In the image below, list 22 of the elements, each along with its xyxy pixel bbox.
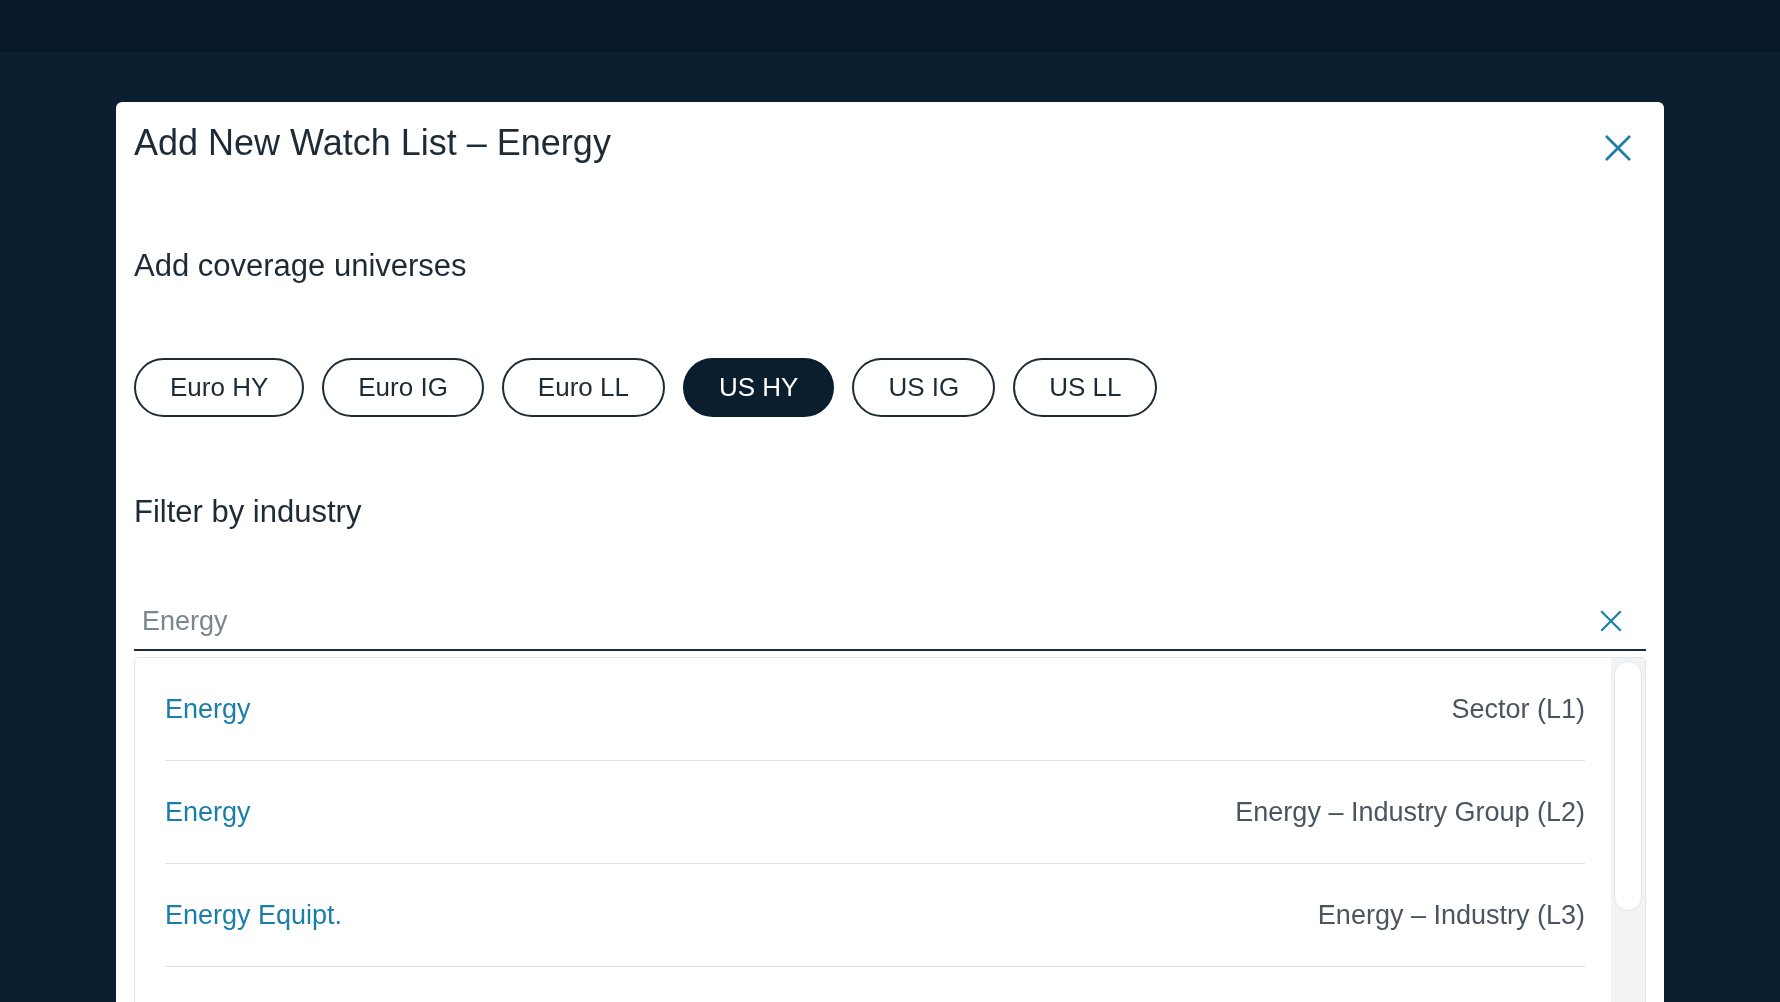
result-name: Energy <box>165 692 251 726</box>
section-heading: Add coverage universes <box>134 247 468 285</box>
result-row[interactable]: Energy Equipt. Energy – Industry (L3) <box>165 864 1585 967</box>
universe-chip[interactable]: Euro IG <box>322 357 484 417</box>
scrollbar-thumb[interactable] <box>1614 661 1642 911</box>
result-level: Sector (L1) <box>1451 692 1585 726</box>
section-heading: Filter by industry <box>134 492 363 531</box>
result-row[interactable]: Energy Energy – Industry Group (L2) <box>165 761 1585 864</box>
result-level: Energy – Industry Group (L2) <box>1235 795 1585 829</box>
clear-icon[interactable] <box>1598 608 1624 634</box>
universe-chip[interactable]: US HY <box>682 357 835 417</box>
result-row[interactable]: Energy Sector (L1) <box>165 658 1585 761</box>
result-name: Energy Equipt. <box>165 898 343 932</box>
dialog-title: Add New Watch List – Energy <box>134 121 611 165</box>
universe-chip[interactable]: Euro LL <box>501 357 665 417</box>
universe-chip[interactable]: US IG <box>852 357 996 417</box>
result-level: Energy – Industry (L3) <box>1317 898 1585 932</box>
result-name: Energy <box>165 795 251 829</box>
industry-search-input[interactable]: Energy <box>142 600 1598 642</box>
industry-search-field[interactable]: Energy <box>134 593 1646 651</box>
universe-chip[interactable]: Euro HY <box>134 357 305 417</box>
universe-chip[interactable]: US LL <box>1013 357 1158 417</box>
